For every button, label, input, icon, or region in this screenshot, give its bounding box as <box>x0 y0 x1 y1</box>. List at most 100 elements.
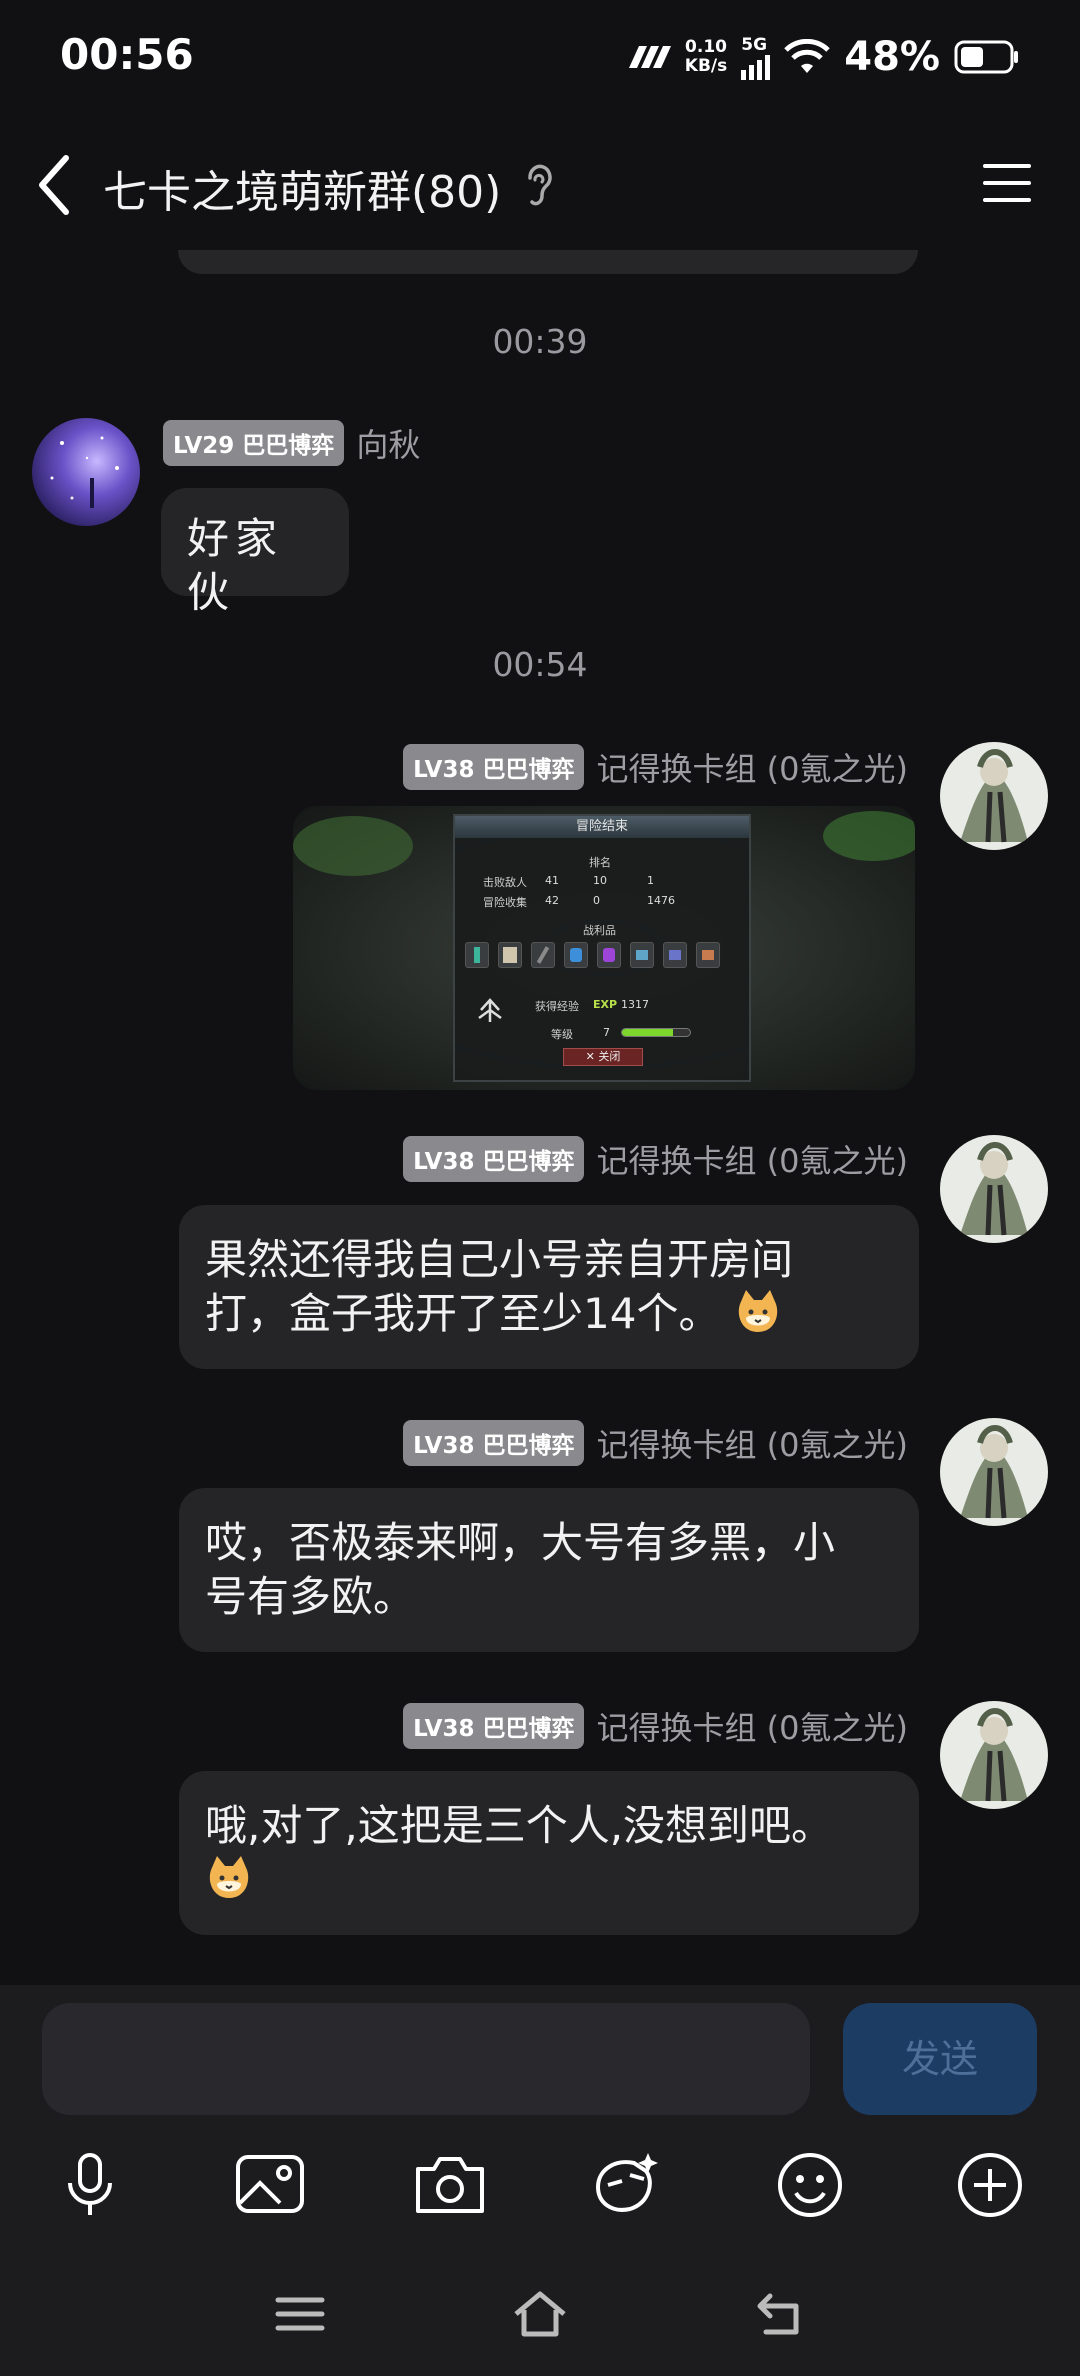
recents-icon[interactable] <box>270 2284 330 2344</box>
close-x-icon: ✕ <box>585 1050 599 1063</box>
ear-icon[interactable] <box>518 160 558 210</box>
home-icon[interactable] <box>510 2284 570 2344</box>
avatar[interactable] <box>940 1418 1048 1526</box>
exp-label: 获得经验 <box>535 1000 579 1013</box>
battery-percent: 48% <box>844 34 940 80</box>
loot-items <box>465 942 720 968</box>
message-text-line: 号有多欧。 <box>205 1572 416 1621</box>
game-close-button: ✕ 关闭 <box>563 1048 643 1066</box>
avatar[interactable] <box>940 1135 1048 1243</box>
loot-item-icon <box>498 942 522 968</box>
level-badge: LV38 巴巴博弈 <box>403 744 585 790</box>
sender-name[interactable]: 记得换卡组 (0氪之光) <box>596 1136 908 1182</box>
message-text-line: 哎，否极泰来啊，大号有多黑，小 <box>205 1518 836 1567</box>
cell-signal-icon: 5G <box>741 35 771 80</box>
wifi-icon <box>784 39 830 73</box>
loot-item-icon <box>564 942 588 968</box>
level-badge: LV29 巴巴博弈 <box>163 420 345 466</box>
message-bubble[interactable]: 哎，否极泰来啊，大号有多黑，小 号有多欧。 <box>179 1488 919 1652</box>
message-text: 好家伙 <box>187 514 284 617</box>
message-bubble[interactable] <box>178 250 918 274</box>
loot-label: 战利品 <box>583 924 616 937</box>
message-input[interactable] <box>42 2003 810 2115</box>
avatar[interactable] <box>940 742 1048 850</box>
send-button[interactable]: 发送 <box>843 2003 1037 2115</box>
back-icon[interactable] <box>750 2284 810 2344</box>
loot-item-icon <box>465 942 489 968</box>
plus-icon[interactable] <box>950 2145 1030 2225</box>
signal-brand-icon <box>628 46 671 68</box>
camera-icon[interactable] <box>410 2145 490 2225</box>
stat-value: 42 <box>545 894 559 907</box>
chat-title[interactable]: 七卡之境萌新群(80) <box>103 156 501 220</box>
sender-name[interactable]: 记得换卡组 (0氪之光) <box>596 1420 908 1466</box>
loot-item-icon <box>597 942 621 968</box>
loot-item-icon <box>663 942 687 968</box>
avatar-image <box>940 1135 1048 1243</box>
chat-header: 七卡之境萌新群(80) <box>0 120 1080 250</box>
time-divider: 00:39 <box>492 322 588 361</box>
avatar-image <box>940 742 1048 850</box>
cat-emoji-icon <box>738 1290 778 1332</box>
level-label: 等级 <box>551 1028 573 1041</box>
game-result-title: 冒险结束 <box>455 816 749 838</box>
message-text-line <box>205 1853 893 1907</box>
collect-label: 冒险收集 <box>483 896 527 909</box>
status-icons: 0.10 KB/s 5G 48% <box>627 34 1020 80</box>
microphone-icon[interactable] <box>50 2145 130 2225</box>
system-nav-bar <box>0 2262 1080 2376</box>
avatar[interactable] <box>940 1701 1048 1809</box>
message-bubble[interactable]: 好家伙 <box>161 488 349 617</box>
level-badge: LV38 巴巴博弈 <box>403 1420 585 1466</box>
stat-value: 1 <box>647 874 654 887</box>
message-meta: LV38 巴巴博弈 记得换卡组 (0氪之光) <box>403 1420 908 1466</box>
loot-item-icon <box>630 942 654 968</box>
sticker-icon[interactable] <box>588 2145 668 2225</box>
level-value: 7 <box>603 1026 610 1039</box>
message-meta: LV38 巴巴博弈 记得换卡组 (0氪之光) <box>403 1136 908 1182</box>
level-badge: LV38 巴巴博弈 <box>403 1136 585 1182</box>
image-message[interactable]: 冒险结束 排名 击败敌人 冒险收集 41 10 1 42 0 1476 战利品 <box>293 806 915 1090</box>
level-up-icon <box>478 998 502 1022</box>
exp-progress-fill <box>622 1029 673 1036</box>
message-bubble[interactable]: 果然还得我自己小号亲自开房间 打，盒子我开了至少14个。 <box>179 1205 919 1369</box>
message-meta: LV29 巴巴博弈 向秋 <box>163 420 420 466</box>
sender-name[interactable]: 向秋 <box>356 420 420 466</box>
time-divider: 00:54 <box>492 645 588 684</box>
loot-item-icon <box>531 942 555 968</box>
cat-emoji-icon <box>209 1856 249 1898</box>
sender-name[interactable]: 记得换卡组 (0氪之光) <box>596 744 908 790</box>
status-time: 00:56 <box>60 30 194 79</box>
message-meta: LV38 巴巴博弈 记得换卡组 (0氪之光) <box>403 744 908 790</box>
message-text-line: 果然还得我自己小号亲自开房间 <box>205 1235 794 1284</box>
net-speed: 0.10 KB/s <box>684 37 728 76</box>
avatar-image <box>940 1701 1048 1809</box>
message-text-line: 打，盒子我开了至少14个。 <box>205 1287 893 1341</box>
rank-label: 排名 <box>589 856 611 869</box>
exp-value: 1317 <box>621 998 649 1011</box>
chat-message-list[interactable]: 00:39 LV29 巴巴博弈 向秋 好家伙 00:54 LV38 巴巴博弈 记… <box>0 250 1080 1985</box>
message-bubble[interactable]: 哦,对了,这把是三个人,没想到吧。 <box>179 1771 919 1935</box>
message-meta: LV38 巴巴博弈 记得换卡组 (0氪之光) <box>403 1703 908 1749</box>
avatar-image <box>32 418 140 526</box>
back-arrow-icon[interactable] <box>28 150 88 220</box>
exp-progress-bar <box>621 1028 691 1037</box>
image-icon[interactable] <box>230 2145 310 2225</box>
kills-label: 击败敌人 <box>483 876 527 889</box>
battery-icon <box>954 40 1018 74</box>
game-result-panel: 冒险结束 排名 击败敌人 冒险收集 41 10 1 42 0 1476 战利品 <box>453 814 751 1082</box>
avatar[interactable] <box>32 418 140 526</box>
emoji-icon[interactable] <box>770 2145 850 2225</box>
message-text-line: 哦,对了,这把是三个人,没想到吧。 <box>205 1801 834 1850</box>
loot-item-icon <box>696 942 720 968</box>
exp-tag: EXP <box>593 998 618 1011</box>
sender-name[interactable]: 记得换卡组 (0氪之光) <box>596 1703 908 1749</box>
level-badge: LV38 巴巴博弈 <box>403 1703 585 1749</box>
status-bar: 00:56 0.10 KB/s 5G 48% <box>0 0 1080 120</box>
stat-value: 10 <box>593 874 607 887</box>
menu-icon[interactable] <box>979 158 1035 208</box>
avatar-image <box>940 1418 1048 1526</box>
stat-value: 0 <box>593 894 600 907</box>
stat-value: 41 <box>545 874 559 887</box>
stat-value: 1476 <box>647 894 675 907</box>
